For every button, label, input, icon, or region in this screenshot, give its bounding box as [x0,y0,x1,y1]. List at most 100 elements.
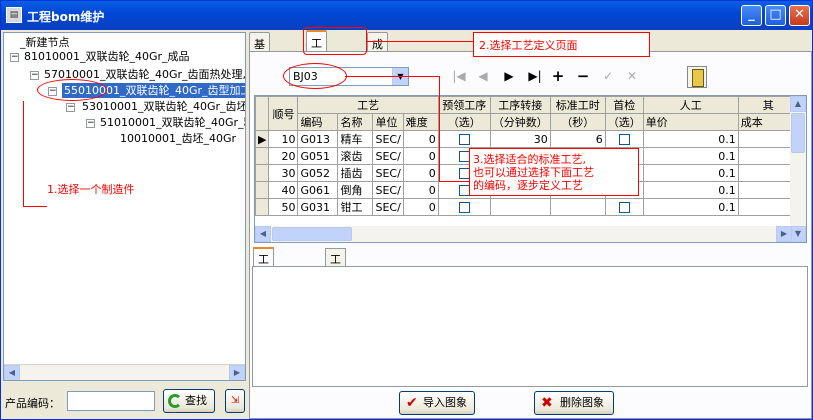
tab-basic-info[interactable]: 基本信息 [249,32,270,99]
tab-material-settings[interactable]: 工序领料设置 [325,248,346,346]
next-record-icon[interactable]: ▶ [499,67,519,85]
grid-corner [255,96,270,131]
col-header-select: （选） [437,113,491,131]
grid-vertical-scrollbar[interactable]: ▲ ▼ [790,96,806,242]
scroll-thumb[interactable] [791,113,805,153]
cell-seq[interactable]: 50 [268,198,299,216]
title-bar: ▤ 工程bom维护 _ □ ✕ [1,1,812,30]
scroll-up-icon[interactable]: ▲ [790,96,806,112]
cell-code[interactable]: G031 [297,198,339,216]
add-record-icon[interactable]: + [548,67,568,85]
cell-code[interactable]: G061 [297,181,339,199]
col-header-unit-price: 单价 [642,113,739,131]
cell-name[interactable]: 精车 [337,130,374,148]
cell-difficulty[interactable]: 0 [402,181,439,199]
col-header-first-check: 首检 [604,96,644,114]
callout-step3-line3: 的编码，逐步定义工艺 [473,179,583,192]
col-header-difficulty: 难度 [402,113,439,131]
cell-seq[interactable]: 10 [268,130,299,148]
tree-node[interactable]: 10010001_齿坯_40Gr [120,131,236,146]
cell-transfer[interactable]: 30 [489,130,551,148]
cell-unit[interactable]: SEC/ [372,147,404,165]
cell-name[interactable]: 钳工 [337,198,374,216]
cell-seq[interactable]: 20 [268,147,299,165]
collapse-icon[interactable]: − [10,53,19,62]
last-record-icon[interactable]: ▶| [525,67,545,85]
cell-std-time[interactable]: 6 [549,130,606,148]
cell-name[interactable]: 倒角 [337,181,374,199]
tree-node[interactable]: _新建节点 [20,35,70,50]
current-row-icon: ▶ [255,130,270,148]
prev-record-icon[interactable]: ◀ [473,67,493,85]
delete-record-icon[interactable]: − [573,67,593,85]
grid-horizontal-scrollbar[interactable]: ◀ ▶ [255,226,792,242]
confirm-icon[interactable]: ✓ [598,67,618,85]
cell-price[interactable]: 0.1 [642,164,739,182]
scroll-right-icon[interactable]: ▶ [229,365,245,380]
cell-price[interactable]: 0.1 [642,181,739,199]
tree-node[interactable]: 53010001_双联齿轮_40Gr_齿坯 [82,99,245,114]
collapse-icon[interactable]: − [86,119,95,128]
close-button[interactable]: ✕ [789,5,810,26]
first-record-icon[interactable]: |◀ [449,67,469,85]
cell-price[interactable]: 0.1 [642,147,739,165]
col-header-std-time: 标准工时 [549,96,606,114]
cell-difficulty[interactable]: 0 [402,130,439,148]
cell-code[interactable]: G051 [297,147,339,165]
cancel-icon[interactable]: ✕ [622,67,642,85]
annotation-oval [37,79,107,101]
cell-unit[interactable]: SEC/ [372,181,404,199]
table-row[interactable]: ▶ 10 G013 精车 SEC/ 0 30 6 0.1 [255,130,799,148]
scroll-left-icon[interactable]: ◀ [255,226,271,242]
annotation-line [345,76,439,77]
minimize-button[interactable]: _ [741,5,762,26]
tree-node[interactable]: 51010001_双联齿轮_40Gr_粗 [100,115,245,130]
cell-unit[interactable]: SEC/ [372,198,404,216]
cell-difficulty[interactable]: 0 [402,147,439,165]
collapse-icon[interactable]: − [30,71,39,80]
cell-price[interactable]: 0.1 [642,198,739,216]
prefetch-checkbox[interactable] [458,134,470,145]
cell-transfer[interactable] [489,198,551,216]
cell-difficulty[interactable]: 0 [402,164,439,182]
cell-unit[interactable]: SEC/ [372,130,404,148]
callout-step1: 1.选择一个制造件 [47,183,135,196]
first-check-checkbox[interactable] [618,202,630,213]
window-title: 工程bom维护 [27,10,105,24]
annotation-line [23,101,24,206]
scroll-thumb[interactable] [272,227,352,241]
document-icon[interactable] [687,66,707,88]
row-indicator [255,147,270,165]
cell-std-time[interactable] [549,198,606,216]
table-row[interactable]: 50 G031 钳工 SEC/ 0 0.1 [255,198,799,216]
col-header-minutes: （分钟数） [489,113,551,131]
col-header-unit: 单位 [372,113,404,131]
annotation-line [439,181,473,182]
find-button[interactable]: 查找 [163,389,215,413]
cell-unit[interactable]: SEC/ [372,164,404,182]
scroll-down-icon[interactable]: ▼ [790,226,806,242]
maximize-button[interactable]: □ [765,5,786,26]
cell-code[interactable]: G052 [297,164,339,182]
tree-scrollbar[interactable]: ◀ ▶ [4,364,245,380]
cell-name[interactable]: 滚齿 [337,147,374,165]
collapse-icon[interactable]: − [66,103,75,112]
prefetch-checkbox[interactable] [458,202,470,213]
delete-image-button[interactable]: ✖ 删除图象 [534,391,614,415]
cell-price[interactable]: 0.1 [642,130,739,148]
import-image-button[interactable]: ✔ 导入图象 [399,391,475,415]
cell-seq[interactable]: 30 [268,164,299,182]
cell-code[interactable]: G013 [297,130,339,148]
annotation-line [23,206,47,207]
cell-seq[interactable]: 40 [268,181,299,199]
doc-icon: ▤ [6,7,22,23]
tree-node[interactable]: 81010001_双联齿轮_40Gr_成品 [24,49,190,64]
scroll-left-icon[interactable]: ◀ [4,365,20,380]
tab-process-drawing[interactable]: 工序加工图 [253,247,274,330]
export-button[interactable]: ⇲ [225,389,245,413]
first-check-checkbox[interactable] [618,134,630,145]
cell-name[interactable]: 插齿 [337,164,374,182]
product-code-input[interactable] [67,391,155,411]
scroll-right-icon[interactable]: ▶ [776,226,792,242]
cell-difficulty[interactable]: 0 [402,198,439,216]
